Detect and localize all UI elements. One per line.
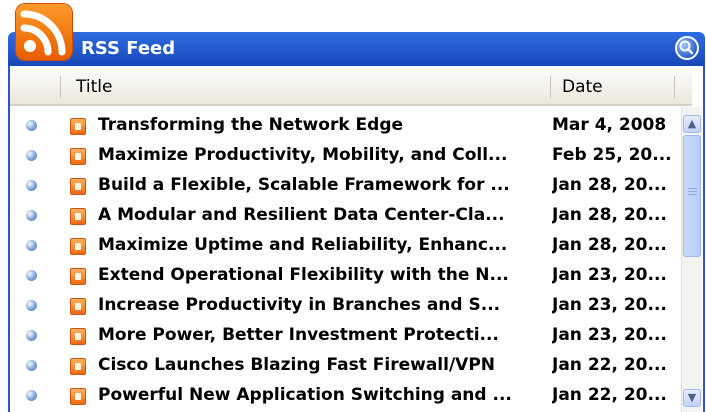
feed-item-row[interactable]: More Power, Better Investment Protecti..… xyxy=(10,321,680,351)
rss-item-icon xyxy=(70,358,86,375)
feed-item-title[interactable]: Maximize Productivity, Mobility, and Col… xyxy=(98,145,550,165)
rss-item-icon xyxy=(70,208,86,225)
grip-icon xyxy=(688,188,697,189)
rss-item-icon xyxy=(70,148,86,165)
feed-item-date: Jan 22, 20... xyxy=(552,355,667,375)
rss-logo-icon xyxy=(16,4,72,60)
column-date-header[interactable]: Date xyxy=(562,70,603,104)
read-status-icon xyxy=(26,150,37,161)
read-status-icon xyxy=(26,300,37,311)
feed-item-date: Mar 4, 2008 xyxy=(552,115,667,135)
scroll-up-button[interactable]: ▲ xyxy=(683,115,701,133)
read-status-icon xyxy=(26,390,37,401)
scroll-thumb[interactable] xyxy=(683,135,701,257)
search-button[interactable] xyxy=(675,36,699,60)
feed-item-row[interactable]: Cisco Launches Blazing Fast Firewall/VPN… xyxy=(10,351,680,381)
feed-item-title[interactable]: More Power, Better Investment Protecti..… xyxy=(98,325,550,345)
search-icon xyxy=(679,40,694,55)
feed-item-row[interactable]: Increase Productivity in Branches and S.… xyxy=(10,291,680,321)
rss-item-icon xyxy=(70,388,86,405)
read-status-icon xyxy=(26,210,37,221)
feed-item-date: Jan 28, 20... xyxy=(552,175,667,195)
feed-item-row[interactable]: Extend Operational Flexibility with the … xyxy=(10,261,680,291)
feed-item-row[interactable]: A Modular and Resilient Data Center-Cla.… xyxy=(10,201,680,231)
rss-item-icon xyxy=(70,268,86,285)
rss-item-icon xyxy=(70,328,86,345)
rss-item-icon xyxy=(70,118,86,135)
feed-item-title[interactable]: Cisco Launches Blazing Fast Firewall/VPN xyxy=(98,355,550,375)
feed-item-title[interactable]: Transforming the Network Edge xyxy=(98,115,550,135)
feed-item-row[interactable]: Maximize Productivity, Mobility, and Col… xyxy=(10,141,680,171)
feed-item-row[interactable]: Powerful New Application Switching and .… xyxy=(10,381,680,411)
column-divider xyxy=(674,76,675,98)
feed-item-date: Jan 23, 20... xyxy=(552,265,667,285)
feed-item-date: Feb 25, 20... xyxy=(552,145,672,165)
column-divider xyxy=(60,76,61,98)
window-title: RSS Feed xyxy=(81,38,176,59)
feed-item-title[interactable]: A Modular and Resilient Data Center-Cla.… xyxy=(98,205,550,225)
feed-item-date: Jan 22, 20... xyxy=(552,385,667,405)
feed-item-date: Jan 23, 20... xyxy=(552,325,667,345)
feed-item-row[interactable]: Build a Flexible, Scalable Framework for… xyxy=(10,171,680,201)
scroll-down-button[interactable]: ▼ xyxy=(683,389,701,407)
feed-item-title[interactable]: Increase Productivity in Branches and S.… xyxy=(98,295,550,315)
read-status-icon xyxy=(26,180,37,191)
read-status-icon xyxy=(26,330,37,341)
rss-item-icon xyxy=(70,298,86,315)
feed-item-title[interactable]: Maximize Uptime and Reliability, Enhanc.… xyxy=(98,235,550,255)
rss-item-icon xyxy=(70,238,86,255)
rss-icon xyxy=(20,10,66,56)
feed-item-date: Jan 28, 20... xyxy=(552,235,667,255)
read-status-icon xyxy=(26,270,37,281)
column-divider xyxy=(550,76,551,98)
column-header: Title Date xyxy=(10,70,692,106)
feed-item-row[interactable]: Maximize Uptime and Reliability, Enhanc.… xyxy=(10,231,680,261)
feed-item-title[interactable]: Powerful New Application Switching and .… xyxy=(98,385,550,405)
read-status-icon xyxy=(26,360,37,371)
column-title-header[interactable]: Title xyxy=(76,70,112,104)
read-status-icon xyxy=(26,120,37,131)
feed-item-row[interactable]: Transforming the Network Edge Mar 4, 2008 xyxy=(10,111,680,141)
vertical-scrollbar[interactable]: ▲ ▼ xyxy=(681,107,702,412)
feed-item-date: Jan 23, 20... xyxy=(552,295,667,315)
feed-item-title[interactable]: Extend Operational Flexibility with the … xyxy=(98,265,550,285)
rss-item-icon xyxy=(70,178,86,195)
window-titlebar: RSS Feed xyxy=(8,32,705,66)
feed-item-title[interactable]: Build a Flexible, Scalable Framework for… xyxy=(98,175,550,195)
read-status-icon xyxy=(26,240,37,251)
feed-item-date: Jan 28, 20... xyxy=(552,205,667,225)
